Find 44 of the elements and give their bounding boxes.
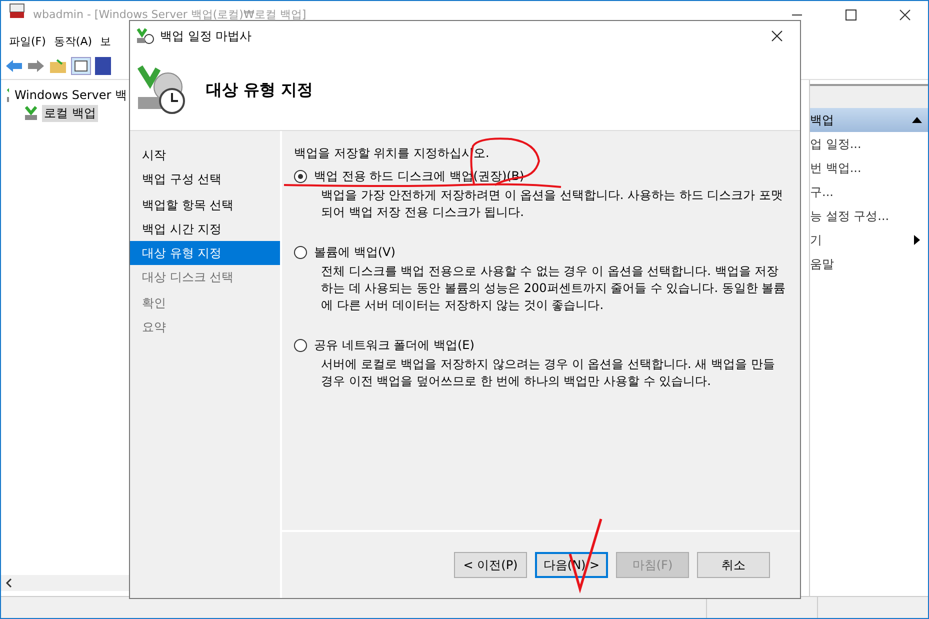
tree-item[interactable]: Windows Server 백 <box>12 86 129 104</box>
option-label[interactable]: 공유 네트워크 폴더에 백업(E) <box>314 336 474 354</box>
backup-schedule-icon <box>136 64 186 116</box>
tree-item[interactable]: 로컬 백업 <box>42 104 98 122</box>
window-title: wbadmin - [Windows Server 백업(로컬)₩로컬 백업] <box>33 7 308 23</box>
back-icon[interactable] <box>5 58 23 74</box>
maximize-icon <box>845 9 857 21</box>
actions-header[interactable]: 백업 <box>810 108 928 132</box>
radio-button[interactable] <box>294 338 307 352</box>
wizard-step[interactable]: 백업 시간 지정 <box>130 217 280 241</box>
wizard-step[interactable]: 백업 구성 선택 <box>130 167 280 191</box>
horizontal-scrollbar[interactable] <box>1 575 129 591</box>
wizard-step[interactable]: 대상 유형 지정 <box>130 241 280 265</box>
forward-icon[interactable] <box>27 58 45 74</box>
wizard-button[interactable]: < 이전(P) <box>454 552 527 578</box>
option-description: 전체 디스크를 백업 전용으로 사용할 수 없는 경우 이 옵션을 선택합니다. 백업을 저장하는 데 사용되는 동안 볼륨의 성능은 200퍼센트까지 줄어들 수 있습니다. 동일한 볼륨에 다른 서버 데이터는 저장하지 않는 것이 좋습니다. <box>321 263 786 314</box>
wizard-step[interactable]: 시작 <box>130 143 280 167</box>
menu-item[interactable]: 파일(F) <box>5 34 50 48</box>
dialog-title: 백업 일정 마법사 <box>160 28 253 44</box>
option-label[interactable]: 볼륨에 백업(V) <box>314 244 396 260</box>
folder-icon[interactable] <box>49 58 67 74</box>
panel-icon[interactable] <box>71 57 91 75</box>
wizard-button[interactable]: 취소 <box>697 552 770 578</box>
action-item[interactable]: 업 일정... <box>810 132 928 156</box>
menu-item[interactable]: 보 <box>96 34 116 48</box>
wizard-icon <box>136 28 154 44</box>
radio-button[interactable] <box>294 246 307 258</box>
action-item[interactable]: 능 설정 구성... <box>810 204 928 228</box>
action-item[interactable]: 구... <box>810 180 928 204</box>
action-item[interactable]: 기 <box>810 228 928 252</box>
backup-icon <box>5 87 10 103</box>
app-icon <box>9 3 25 19</box>
close-icon <box>899 9 911 21</box>
page-heading: 대상 유형 지정 <box>206 80 314 101</box>
option-description: 서버에 로컬로 백업을 저장하지 않으려는 경우 이 옵션을 선택합니다. 새 백업을 만들 경우 이전 백업을 덮어쓰므로 한 번에 하나의 백업만 사용할 수 있습니다. <box>321 356 776 390</box>
menu-item[interactable]: 동작(A) <box>50 34 96 48</box>
option-description: 백업을 가장 안전하게 저장하려면 이 옵션을 선택합니다. 사용하는 하드 디스크가 포맷되어 백업 저장 전용 디스크가 됩니다. <box>321 187 784 221</box>
action-item[interactable]: 움말 <box>810 252 928 276</box>
close-icon <box>771 30 783 42</box>
wizard-step[interactable]: 백업할 항목 선택 <box>130 193 280 217</box>
action-item[interactable]: 번 백업... <box>810 156 928 180</box>
radio-button[interactable] <box>294 170 307 182</box>
backup-icon <box>23 105 39 121</box>
collapse-icon[interactable] <box>912 117 922 123</box>
